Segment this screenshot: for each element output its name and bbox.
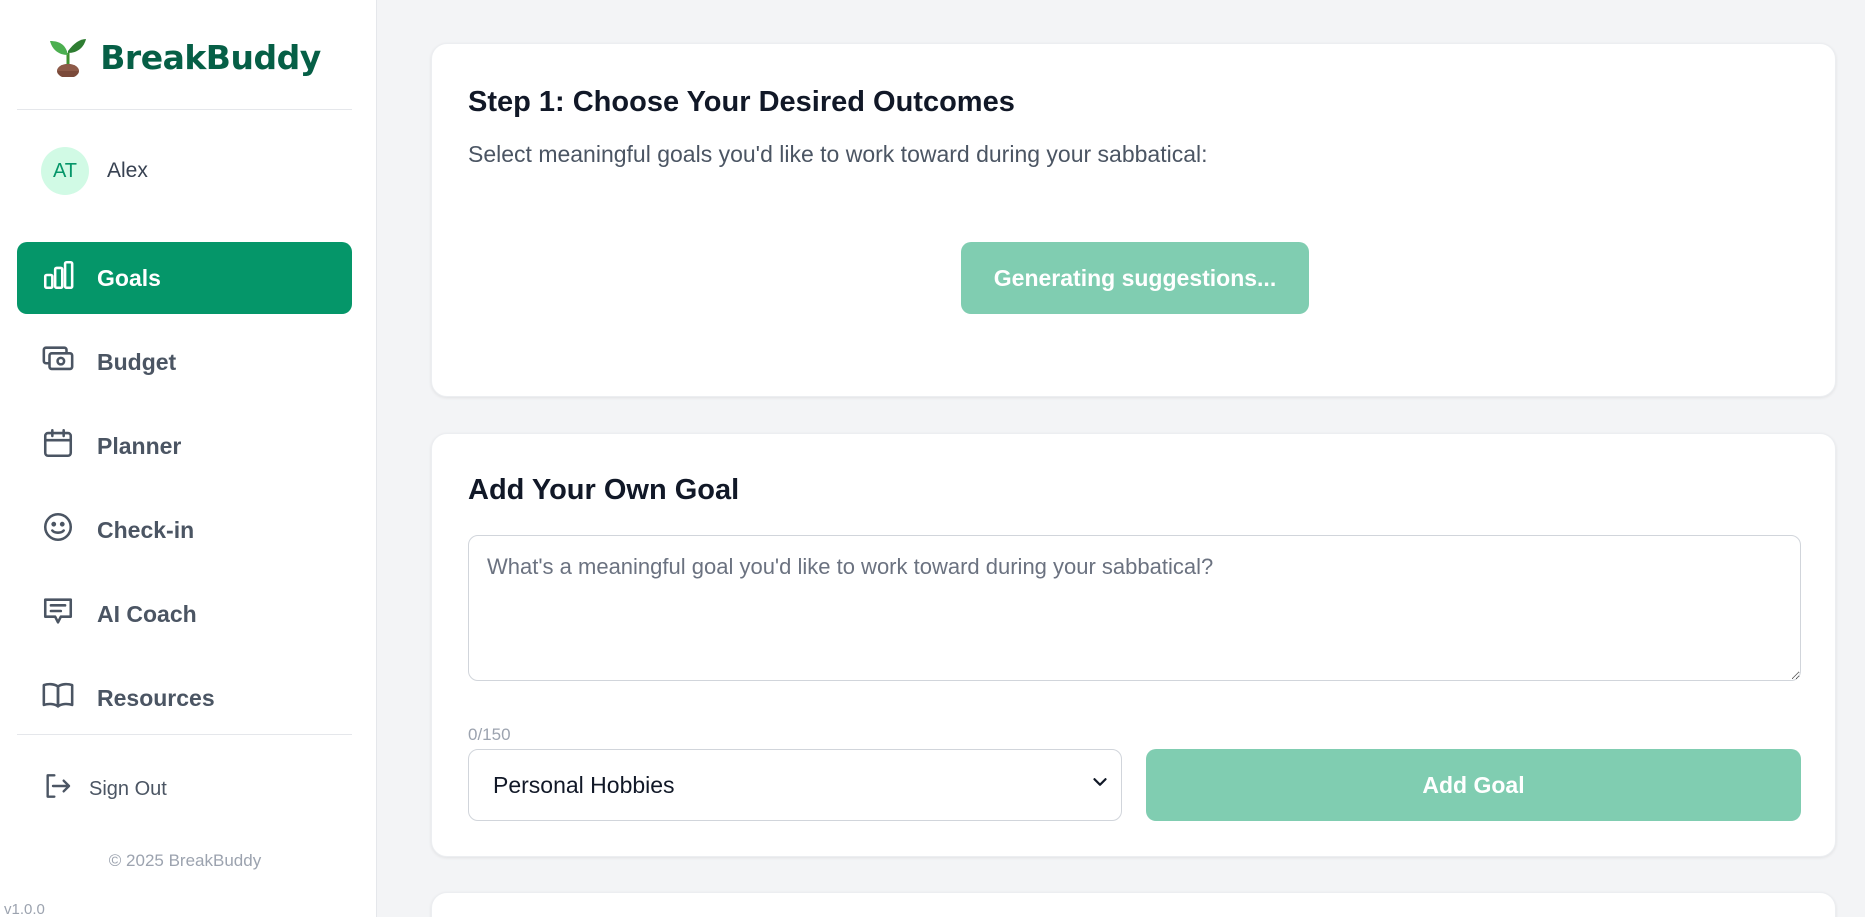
chat-icon xyxy=(41,594,75,634)
sidebar-divider xyxy=(17,734,352,735)
sidebar-item-ai-coach[interactable]: AI Coach xyxy=(17,578,352,650)
book-icon xyxy=(41,678,75,718)
money-icon xyxy=(41,342,75,382)
sidebar-item-label: AI Coach xyxy=(97,600,197,627)
sign-out-label: Sign Out xyxy=(89,777,167,800)
add-goal-button[interactable]: Add Goal xyxy=(1146,749,1801,821)
sidebar-item-label: Budget xyxy=(97,348,177,375)
category-selected-value: Personal Hobbies xyxy=(493,771,675,798)
add-goal-card: Add Your Own Goal 0/150 Personal Hobbies… xyxy=(431,433,1836,857)
char-count: 0/150 xyxy=(468,725,511,744)
sidebar-item-goals[interactable]: Goals xyxy=(17,242,352,314)
chevron-down-icon xyxy=(1089,771,1111,799)
sign-out-button[interactable]: Sign Out xyxy=(41,770,167,808)
sidebar-nav: Goals Budget Planner Check-in AI Coach R… xyxy=(17,242,352,746)
sign-out-icon xyxy=(41,770,73,808)
sidebar-item-planner[interactable]: Planner xyxy=(17,410,352,482)
sidebar: BreakBuddy AT Alex Goals Budget Planner … xyxy=(0,0,377,917)
step1-subtitle: Select meaningful goals you'd like to wo… xyxy=(468,141,1208,167)
category-select[interactable]: Personal Hobbies xyxy=(468,749,1122,821)
version-label: v1.0.0 xyxy=(4,901,45,917)
seedling-icon xyxy=(48,33,88,82)
sidebar-item-budget[interactable]: Budget xyxy=(17,326,352,398)
goal-input[interactable] xyxy=(468,535,1801,681)
step1-title: Step 1: Choose Your Desired Outcomes xyxy=(468,86,1015,118)
brand-name: BreakBuddy xyxy=(100,38,321,77)
sidebar-item-check-in[interactable]: Check-in xyxy=(17,494,352,566)
sidebar-item-label: Planner xyxy=(97,432,182,459)
step1-card: Step 1: Choose Your Desired Outcomes Sel… xyxy=(431,43,1836,397)
next-card xyxy=(431,892,1836,917)
brand[interactable]: BreakBuddy xyxy=(17,0,352,110)
sidebar-item-label: Check-in xyxy=(97,516,195,543)
bar-chart-icon xyxy=(41,258,75,298)
generate-suggestions-button[interactable]: Generating suggestions... xyxy=(961,242,1309,314)
user-name: Alex xyxy=(107,159,148,182)
sidebar-item-label: Resources xyxy=(97,684,215,711)
sidebar-item-resources[interactable]: Resources xyxy=(17,662,352,734)
user-profile[interactable]: AT Alex xyxy=(41,147,148,195)
avatar: AT xyxy=(41,147,89,195)
sidebar-item-label: Goals xyxy=(97,264,161,291)
copyright: © 2025 BreakBuddy xyxy=(108,851,262,870)
calendar-icon xyxy=(41,426,75,466)
add-goal-title: Add Your Own Goal xyxy=(468,474,740,506)
smile-icon xyxy=(41,510,75,550)
